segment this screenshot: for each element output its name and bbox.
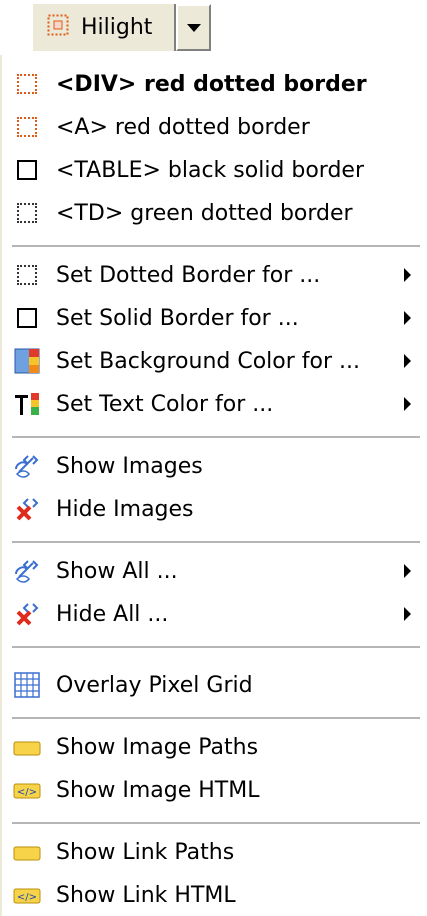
menu-item-show-link-paths[interactable]: Show Link Paths [12,832,422,872]
html-tag-icon: </> [12,775,42,805]
menu-item-label: Overlay Pixel Grid [56,672,253,698]
menu-item-a-red-dotted[interactable]: <A> red dotted border [12,107,422,147]
menu-item-label: Show Link Paths [56,839,235,865]
menu-item-label: Show Link HTML [56,882,236,908]
menu-separator [12,245,420,248]
chevron-down-icon [186,23,201,32]
menu-item-show-images[interactable]: Show Images [12,446,422,486]
menu-item-label: Set Dotted Border for ... [56,262,321,288]
background-color-icon [12,346,42,376]
show-all-icon [12,556,42,586]
menu-item-label: Show Image HTML [56,777,260,803]
menu-item-label: <TABLE> black solid border [56,157,365,183]
dotted-square-icon [47,14,69,42]
menu-item-td-green-dotted[interactable]: <TD> green dotted border [12,193,422,233]
menu-item-table-black-solid[interactable]: <TABLE> black solid border [12,150,422,190]
menu-item-label: Set Background Color for ... [56,348,361,374]
submenu-arrow-icon [404,268,411,282]
menu-item-label: Set Text Color for ... [56,391,274,417]
menu-item-hide-images[interactable]: Hide Images [12,489,422,529]
menu-item-label: <DIV> red dotted border [56,71,367,97]
submenu-arrow-icon [404,397,411,411]
toolbar: Hilight [0,0,427,55]
menu-item-show-link-html[interactable]: </> Show Link HTML [12,875,422,915]
menu-item-set-solid-border[interactable]: Set Solid Border for ... [12,298,422,338]
menu-item-show-image-paths[interactable]: Show Image Paths [12,727,422,767]
hilight-menu: <DIV> red dotted border <A> red dotted b… [0,55,427,916]
hilight-dropdown-button[interactable] [174,4,211,51]
menu-item-show-image-html[interactable]: </> Show Image HTML [12,770,422,810]
menu-item-label: <TD> green dotted border [56,200,353,226]
menu-item-label: Show Image Paths [56,734,259,760]
menu-item-label: Hide Images [56,496,194,522]
hilight-main-button[interactable]: Hilight [33,4,176,51]
show-images-icon [12,451,42,481]
menu-separator [12,436,420,439]
menu-item-show-all[interactable]: Show All ... [12,551,422,591]
menu-item-label: Show Images [56,453,203,479]
menu-item-set-background-color[interactable]: Set Background Color for ... [12,341,422,381]
menu-item-set-text-color[interactable]: Set Text Color for ... [12,384,422,424]
menu-item-overlay-pixel-grid[interactable]: Overlay Pixel Grid [12,665,422,705]
text-color-icon [12,389,42,419]
dotted-square-icon [12,198,42,228]
submenu-arrow-icon [404,607,411,621]
menu-item-label: <A> red dotted border [56,114,310,140]
hide-images-icon [12,494,42,524]
hide-all-icon [12,599,42,629]
grid-icon [12,670,42,700]
submenu-arrow-icon [404,311,411,325]
menu-item-label: Show All ... [56,558,178,584]
html-tag-icon: </> [12,880,42,910]
solid-square-icon [12,303,42,333]
black-solid-square-icon [12,155,42,185]
menu-item-div-red-dotted[interactable]: <DIV> red dotted border [12,64,422,104]
submenu-arrow-icon [404,354,411,368]
svg-text:</>: </> [17,787,37,798]
hilight-button[interactable]: Hilight [33,4,211,51]
menu-separator [12,822,420,825]
menu-item-label: Hide All ... [56,601,169,627]
red-dotted-square-icon [12,112,42,142]
hilight-label: Hilight [81,15,153,40]
red-dotted-square-icon [12,69,42,99]
menu-item-set-dotted-border[interactable]: Set Dotted Border for ... [12,255,422,295]
dotted-square-icon [12,260,42,290]
svg-text:</>: </> [17,892,37,903]
menu-separator [12,717,420,720]
path-icon [12,837,42,867]
menu-separator [12,541,420,544]
menu-item-hide-all[interactable]: Hide All ... [12,594,422,634]
menu-item-label: Set Solid Border for ... [56,305,299,331]
path-icon [12,732,42,762]
submenu-arrow-icon [404,564,411,578]
menu-separator [12,646,420,649]
